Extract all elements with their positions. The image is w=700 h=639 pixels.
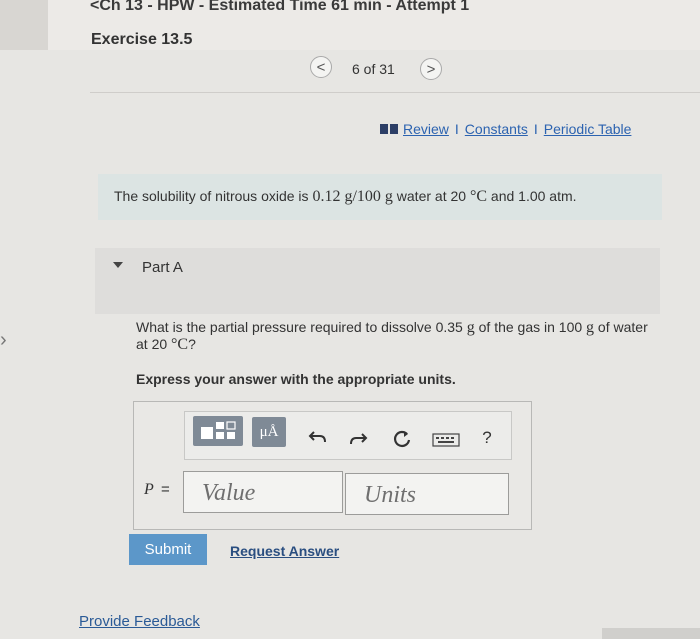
undo-icon [308, 431, 326, 443]
equals-sign: = [161, 481, 170, 498]
answer-variable: P [144, 481, 154, 498]
question-fragment: ? [188, 336, 196, 352]
reset-button[interactable] [389, 424, 415, 454]
link-separator: I [454, 121, 459, 137]
header-divider [90, 92, 700, 93]
question-unit: g [466, 319, 475, 336]
templates-icon [201, 421, 236, 439]
periodic-table-link[interactable]: Periodic Table [544, 121, 632, 137]
request-answer-link[interactable]: Request Answer [230, 543, 339, 559]
assignment-title[interactable]: <Ch 13 - HPW - Estimated Time 61 min - A… [90, 0, 469, 15]
statement-text: and 1.00 atm. [487, 188, 577, 204]
page-counter: 6 of 31 [352, 61, 395, 77]
reset-icon [394, 430, 411, 447]
keyboard-icon [432, 433, 460, 447]
problem-statement: The solubility of nitrous oxide is 0.12 … [98, 174, 662, 220]
redo-icon [350, 433, 368, 445]
link-separator: I [533, 121, 538, 137]
question-unit: g [586, 319, 595, 336]
solubility-quantity: 0.12 g/100 g [312, 188, 393, 205]
statement-text: water at 20 [392, 188, 470, 204]
help-button[interactable]: ? [474, 423, 500, 453]
undo-button[interactable] [305, 421, 331, 451]
provide-feedback-link[interactable]: Provide Feedback [79, 613, 200, 630]
question-fragment: What is the partial pressure required to… [136, 319, 467, 335]
submit-button[interactable]: Submit [129, 534, 207, 565]
statement-text: The solubility of nitrous oxide is [114, 188, 313, 204]
chevron-right-icon[interactable]: › [0, 329, 7, 352]
templates-button[interactable] [193, 416, 243, 446]
part-a-header[interactable] [95, 248, 660, 314]
collapse-triangle-icon[interactable] [113, 262, 123, 268]
redo-button[interactable] [345, 423, 371, 453]
chevron-right-icon: > [426, 60, 436, 78]
answer-instruction: Express your answer with the appropriate… [136, 371, 456, 387]
left-margin-strip [0, 0, 48, 50]
bottom-bar [602, 628, 700, 639]
review-link[interactable]: Review [403, 121, 449, 137]
previous-item-button[interactable]: < [310, 56, 332, 78]
units-button-label: μÅ [259, 423, 279, 440]
units-button[interactable]: μÅ [252, 417, 286, 447]
question-text: What is the partial pressure required to… [136, 319, 656, 353]
resource-links: Review I Constants I Periodic Table [380, 121, 631, 137]
question-fragment: of the gas in 100 [474, 319, 587, 335]
part-label[interactable]: Part A [142, 259, 183, 276]
value-input[interactable] [183, 471, 343, 513]
book-icon [380, 124, 398, 135]
temperature-unit: °C [469, 188, 488, 205]
next-item-button[interactable]: > [420, 58, 442, 80]
units-input[interactable] [345, 473, 509, 515]
keyboard-button[interactable] [430, 425, 462, 455]
question-unit: °C [171, 336, 189, 353]
constants-link[interactable]: Constants [465, 121, 528, 137]
chevron-left-icon: < [316, 58, 326, 76]
exercise-title: Exercise 13.5 [91, 31, 193, 48]
